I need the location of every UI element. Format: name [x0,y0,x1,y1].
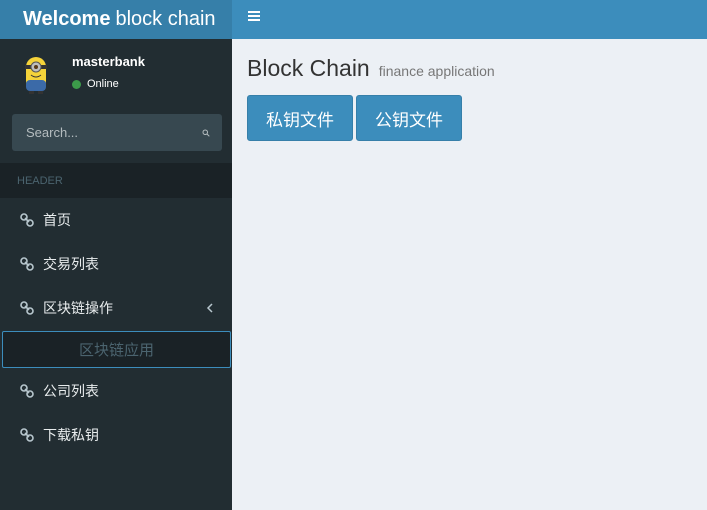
private-key-file-button[interactable]: 私钥文件 [247,95,353,141]
user-status: Online [72,78,119,90]
page-header: Block Chain finance application [247,55,495,82]
sidebar-item-companies[interactable]: 公司列表 [0,369,232,413]
search-icon[interactable] [202,125,210,141]
sidebar-item-label: 下载私钥 [43,427,99,443]
link-icon [20,428,34,442]
search-input[interactable] [26,125,202,140]
hamburger-icon[interactable] [247,9,261,23]
sidebar-item-label: 交易列表 [43,256,99,272]
sidebar-item-download-key[interactable]: 下载私钥 [0,413,232,457]
brand-logo[interactable]: Welcome block chain [0,0,232,39]
sidebar-search [12,114,222,151]
brand-bold: Welcome [23,8,111,30]
sidebar-item-home[interactable]: 首页 [0,198,232,242]
sidebar-item-transactions[interactable]: 交易列表 [0,242,232,286]
chevron-left-icon[interactable] [206,302,214,314]
sidebar-item-label: 公司列表 [43,383,99,399]
link-icon [20,301,34,315]
public-key-file-button[interactable]: 公钥文件 [356,95,462,141]
sidebar-header-label: HEADER [0,163,232,198]
page-subtitle: finance application [378,63,495,79]
sidebar-item-blockchain-ops[interactable]: 区块链操作 [0,286,232,330]
sidebar-item-label: 首页 [43,212,71,228]
user-name: masterbank [72,54,145,69]
link-icon [20,384,34,398]
avatar [25,57,47,94]
sidebar-subitem-blockchain-app[interactable]: 区块链应用 [2,331,231,368]
sidebar-item-label: 区块链操作 [43,300,113,316]
top-navbar [232,0,707,39]
main-content: Block Chain finance application 私钥文件 公钥文… [232,39,707,510]
link-icon [20,257,34,271]
brand-thin: block chain [115,8,216,30]
link-icon [20,213,34,227]
online-status-icon [72,79,81,89]
user-panel: masterbank Online [0,39,232,106]
user-status-label: Online [87,78,119,90]
page-title: Block Chain [247,55,370,81]
